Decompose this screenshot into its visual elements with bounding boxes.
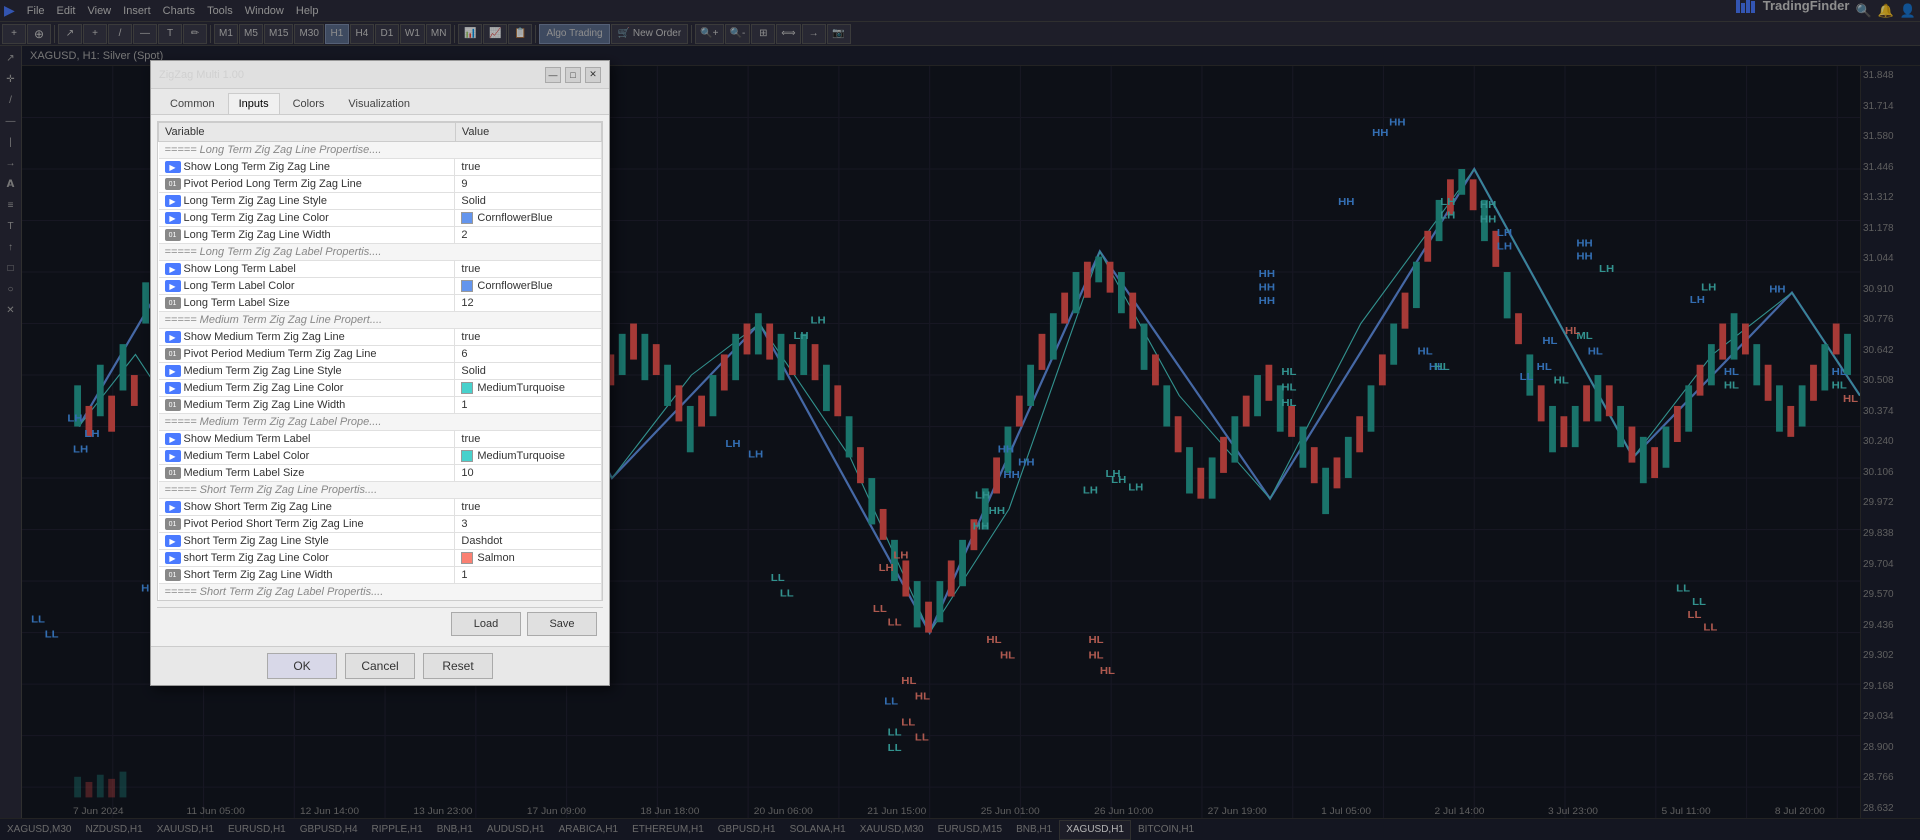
table-row[interactable]: ▶Long Term Zig Zag Line ColorCornflowerB…	[159, 210, 602, 227]
table-row[interactable]: 01Pivot Period Short Term Zig Zag Line3	[159, 516, 602, 533]
dialog-controls: — □ ✕	[545, 67, 601, 83]
settings-tbody: ===== Long Term Zig Zag Line Propertise.…	[159, 142, 602, 602]
row-icon: ▶	[165, 382, 181, 394]
reset-btn[interactable]: Reset	[423, 653, 493, 679]
cancel-btn[interactable]: Cancel	[345, 653, 415, 679]
row-icon: 01	[165, 569, 181, 581]
table-row[interactable]: 01Long Term Zig Zag Line Width2	[159, 227, 602, 244]
table-row[interactable]: ===== Long Term Zig Zag Label Propertis.…	[159, 244, 602, 261]
table-row[interactable]: ▶Medium Term Zig Zag Line ColorMediumTur…	[159, 380, 602, 397]
color-swatch	[461, 552, 473, 564]
dialog-close-btn[interactable]: ✕	[585, 67, 601, 83]
table-row[interactable]: 01Medium Term Zig Zag Line Width1	[159, 397, 602, 414]
col-variable: Variable	[159, 123, 456, 142]
modal-overlay: ZigZag Multi 1.00 — □ ✕ Common Inputs Co…	[0, 0, 1920, 840]
table-row[interactable]: ▶Medium Term Zig Zag Line StyleSolid	[159, 363, 602, 380]
row-icon: ▶	[165, 450, 181, 462]
dialog-title: ZigZag Multi 1.00	[159, 69, 244, 81]
tab-colors[interactable]: Colors	[282, 93, 336, 114]
row-icon: 01	[165, 467, 181, 479]
color-swatch	[461, 280, 473, 292]
table-row[interactable]: ===== Medium Term Zig Zag Label Prope...…	[159, 414, 602, 431]
row-icon: ▶	[165, 535, 181, 547]
dialog-content: Variable Value ===== Long Term Zig Zag L…	[151, 115, 609, 646]
row-icon: 01	[165, 399, 181, 411]
tab-inputs[interactable]: Inputs	[228, 93, 280, 114]
row-icon: 01	[165, 297, 181, 309]
row-icon: ▶	[165, 331, 181, 343]
row-icon: ▶	[165, 263, 181, 275]
dialog-titlebar: ZigZag Multi 1.00 — □ ✕	[151, 61, 609, 89]
save-btn[interactable]: Save	[527, 612, 597, 636]
table-row[interactable]: ▶Show Medium Term Labeltrue	[159, 431, 602, 448]
table-row[interactable]: 01Long Term Label Size12	[159, 295, 602, 312]
tab-common[interactable]: Common	[159, 93, 226, 114]
zigzag-dialog: ZigZag Multi 1.00 — □ ✕ Common Inputs Co…	[150, 60, 610, 686]
dialog-footer: OK Cancel Reset	[151, 646, 609, 685]
row-icon: ▶	[165, 433, 181, 445]
table-row[interactable]: ===== Long Term Zig Zag Line Propertise.…	[159, 142, 602, 159]
row-icon: ▶	[165, 501, 181, 513]
table-row[interactable]: ▶Show Long Term Labeltrue	[159, 261, 602, 278]
row-icon: 01	[165, 518, 181, 530]
table-row[interactable]: ===== Medium Term Zig Zag Line Propert..…	[159, 312, 602, 329]
color-swatch	[461, 382, 473, 394]
table-row[interactable]: ▶Show Medium Term Zig Zag Linetrue	[159, 329, 602, 346]
dialog-action-row: Load Save	[157, 607, 603, 640]
table-row[interactable]: 01Medium Term Label Size10	[159, 465, 602, 482]
table-row[interactable]: ▶Show Short Term Zig Zag Linetrue	[159, 499, 602, 516]
tab-visualization[interactable]: Visualization	[337, 93, 421, 114]
table-row[interactable]: ===== Short Term Zig Zag Label Propertis…	[159, 584, 602, 601]
row-icon: 01	[165, 178, 181, 190]
table-row[interactable]: 01Short Term Zig Zag Line Width1	[159, 567, 602, 584]
dialog-tabs: Common Inputs Colors Visualization	[151, 89, 609, 115]
table-row[interactable]: ▶Long Term Label ColorCornflowerBlue	[159, 278, 602, 295]
table-row[interactable]: ▶Short Term Zig Zag Line StyleDashdot	[159, 533, 602, 550]
ok-btn[interactable]: OK	[267, 653, 337, 679]
color-swatch	[461, 212, 473, 224]
color-swatch	[461, 450, 473, 462]
table-row[interactable]: ▶Long Term Zig Zag Line StyleSolid	[159, 193, 602, 210]
col-value: Value	[455, 123, 601, 142]
table-row[interactable]: 01Pivot Period Medium Term Zig Zag Line6	[159, 346, 602, 363]
settings-table-scroll[interactable]: Variable Value ===== Long Term Zig Zag L…	[157, 121, 603, 601]
dialog-restore-btn[interactable]: □	[565, 67, 581, 83]
row-icon: 01	[165, 348, 181, 360]
table-row[interactable]: 01Pivot Period Long Term Zig Zag Line9	[159, 176, 602, 193]
dialog-minimize-btn[interactable]: —	[545, 67, 561, 83]
table-row[interactable]: ===== Short Term Zig Zag Line Propertis.…	[159, 482, 602, 499]
settings-table: Variable Value ===== Long Term Zig Zag L…	[158, 122, 602, 601]
row-icon: ▶	[165, 365, 181, 377]
row-icon: ▶	[165, 212, 181, 224]
table-row[interactable]: ▶Medium Term Label ColorMediumTurquoise	[159, 448, 602, 465]
row-icon: ▶	[165, 161, 181, 173]
table-row[interactable]: ▶short Term Zig Zag Line ColorSalmon	[159, 550, 602, 567]
table-row[interactable]: ▶Show Long Term Zig Zag Linetrue	[159, 159, 602, 176]
row-icon: ▶	[165, 280, 181, 292]
row-icon: ▶	[165, 195, 181, 207]
load-btn[interactable]: Load	[451, 612, 521, 636]
row-icon: 01	[165, 229, 181, 241]
row-icon: ▶	[165, 552, 181, 564]
